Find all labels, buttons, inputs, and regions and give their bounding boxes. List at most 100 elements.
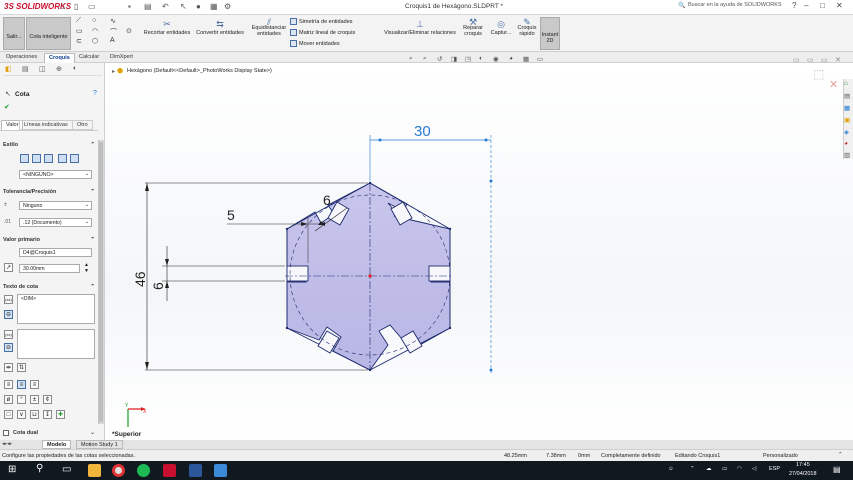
undo-icon[interactable]: ↶: [162, 2, 169, 11]
linear-pattern-button[interactable]: Matriz lineal de croquis: [290, 29, 355, 36]
help-icon[interactable]: ?: [93, 90, 97, 97]
align-right-icon[interactable]: ≡: [30, 380, 39, 389]
rectangle-icon[interactable]: ▭: [76, 27, 83, 35]
help-search-input[interactable]: Buscar en la ayuda de SOLIDWORKS: [678, 2, 790, 13]
display-manager-icon[interactable]: ◐: [73, 65, 77, 72]
file-properties-icon[interactable]: ▦: [210, 2, 218, 11]
panel-scrollbar-thumb[interactable]: [99, 142, 103, 422]
section-view-icon[interactable]: ◨: [451, 55, 457, 63]
search-icon[interactable]: ⚲: [36, 463, 43, 474]
diameter-icon[interactable]: ø: [4, 395, 13, 404]
language-indicator[interactable]: ESP: [769, 466, 780, 472]
tab-motion-study[interactable]: Motion Study 1: [76, 440, 123, 449]
circle-icon[interactable]: ○: [92, 17, 96, 24]
dim30-handle[interactable]: [489, 368, 493, 372]
maximize-button[interactable]: □: [820, 1, 825, 10]
tab-modelo[interactable]: Modelo: [42, 440, 72, 449]
link-icon[interactable]: ⊖: [4, 310, 13, 319]
dimension-text-area[interactable]: <DIM>: [17, 294, 95, 324]
clock-date[interactable]: 27/04/2018: [789, 471, 817, 477]
degree-icon[interactable]: °: [17, 395, 26, 404]
link-icon[interactable]: ⊖: [4, 343, 13, 352]
dimension-text-area-below[interactable]: [17, 329, 95, 359]
polygon-icon[interactable]: ⬡: [92, 37, 98, 45]
square-icon[interactable]: □: [4, 410, 13, 419]
rebuild-icon[interactable]: ●: [196, 2, 201, 11]
appearance-icon[interactable]: ◕: [509, 55, 513, 62]
view-settings-icon[interactable]: ▭: [537, 55, 543, 63]
subtab-otro[interactable]: Otro: [72, 120, 93, 130]
align-center-icon[interactable]: ≡: [17, 380, 26, 389]
tab-calcular[interactable]: Calcular: [75, 53, 103, 63]
dim-6-angled-label[interactable]: 6: [323, 192, 331, 208]
view-orientation-icon[interactable]: ◳: [465, 55, 471, 63]
battery-icon[interactable]: ▭: [722, 466, 727, 472]
solidworks-taskbar-icon[interactable]: [163, 464, 176, 477]
property-manager-icon[interactable]: ▤: [22, 65, 29, 73]
ok-check-icon[interactable]: ✔: [4, 103, 10, 111]
tab-croquis[interactable]: Croquis: [44, 53, 75, 63]
move-entities-button[interactable]: Mover entidades: [290, 40, 340, 47]
section-valor-primario[interactable]: Valor primario ⌃: [3, 237, 95, 243]
delete-style-icon[interactable]: [44, 154, 53, 163]
options-icon[interactable]: ⚙: [224, 2, 231, 11]
config-manager-icon[interactable]: ◫: [39, 65, 46, 73]
text-icon[interactable]: A: [110, 37, 115, 44]
tray-arrow-icon[interactable]: ⌃: [690, 466, 695, 472]
trim-entities-button[interactable]: ✂ Recortar entidades: [142, 19, 192, 36]
apply-style-icon[interactable]: [20, 154, 29, 163]
tab-dimxpert[interactable]: DimXpert: [106, 53, 137, 63]
subtab-lineas[interactable]: Líneas indicativas: [19, 120, 73, 130]
section-estilo[interactable]: Estilo ⌃: [3, 142, 95, 148]
display-delete-relations-button[interactable]: ⊥ Visualizar/Eliminar relaciones: [382, 19, 458, 36]
dim-5-label[interactable]: 5: [227, 207, 235, 223]
countersink-icon[interactable]: ∨: [17, 410, 26, 419]
chrome-icon[interactable]: [112, 464, 125, 477]
counterbore-icon[interactable]: ⊔: [30, 410, 39, 419]
capture-button[interactable]: ◎ Captur...: [488, 19, 514, 36]
previous-view-icon[interactable]: ↺: [437, 55, 442, 63]
scene-icon[interactable]: ▦: [523, 55, 529, 63]
spin-arrows-icon[interactable]: ▲ ▼: [84, 262, 89, 274]
dim30-handle[interactable]: [378, 138, 382, 142]
graphics-area[interactable]: ▸ ⬢ Hexágono (Default<<Default>_PhotoWor…: [105, 55, 853, 440]
rapid-sketch-button[interactable]: ✎ Croquis rápido: [516, 18, 538, 38]
load-style-icon[interactable]: [70, 154, 79, 163]
select-icon[interactable]: ↖: [180, 2, 187, 11]
xx-icon[interactable]: (xx): [4, 330, 13, 339]
arc-icon[interactable]: ◠: [92, 27, 98, 35]
save-icon[interactable]: ▪: [128, 2, 131, 11]
dim-46-label[interactable]: 46: [132, 271, 148, 287]
vertical-justify-icon[interactable]: ⇅: [17, 363, 26, 372]
dim30-handle[interactable]: [484, 138, 488, 142]
exit-sketch-button[interactable]: Salir...: [3, 17, 25, 50]
convert-entities-button[interactable]: ⇆ Convertir entidades: [194, 19, 246, 36]
centerline-icon[interactable]: ¢: [43, 395, 52, 404]
depth-icon[interactable]: ↧: [43, 410, 52, 419]
status-expand-icon[interactable]: ⌃: [838, 452, 843, 458]
onedrive-icon[interactable]: ☁: [706, 466, 712, 472]
slot-icon[interactable]: ⊂: [76, 37, 82, 45]
hide-show-icon[interactable]: ◉: [493, 55, 499, 63]
dimension-name-field[interactable]: D4@Croquis1: [19, 248, 92, 257]
xx-icon[interactable]: (xx): [4, 295, 13, 304]
repair-sketch-button[interactable]: ⚒ Reparar croquis: [460, 18, 486, 38]
smart-dimension-button[interactable]: Cota inteligente: [26, 17, 71, 50]
clock-time[interactable]: 17:45: [796, 462, 810, 468]
zoom-fit-icon[interactable]: ⌕: [409, 55, 413, 63]
spotify-icon[interactable]: [137, 464, 150, 477]
spline-icon[interactable]: ∿: [110, 17, 116, 25]
file-explorer-icon[interactable]: [88, 464, 101, 477]
arrow-icon[interactable]: ↗: [4, 263, 13, 272]
line-icon[interactable]: ⟋: [76, 17, 81, 25]
close-button[interactable]: ✕: [836, 1, 843, 10]
task-view-icon[interactable]: ▭: [62, 464, 71, 475]
instant-2d-button[interactable]: Instant 2D: [540, 17, 560, 50]
plus-minus-icon[interactable]: ±: [30, 395, 39, 404]
home-icon[interactable]: ⌂: [60, 2, 65, 11]
feature-manager-icon[interactable]: ◧: [5, 65, 12, 73]
section-texto-cota[interactable]: Texto de cota ⌃: [3, 284, 95, 290]
more-symbols-icon[interactable]: ✚: [56, 410, 65, 419]
display-style-icon[interactable]: ◐: [479, 55, 483, 62]
tab-operaciones[interactable]: Operaciones: [2, 53, 41, 63]
